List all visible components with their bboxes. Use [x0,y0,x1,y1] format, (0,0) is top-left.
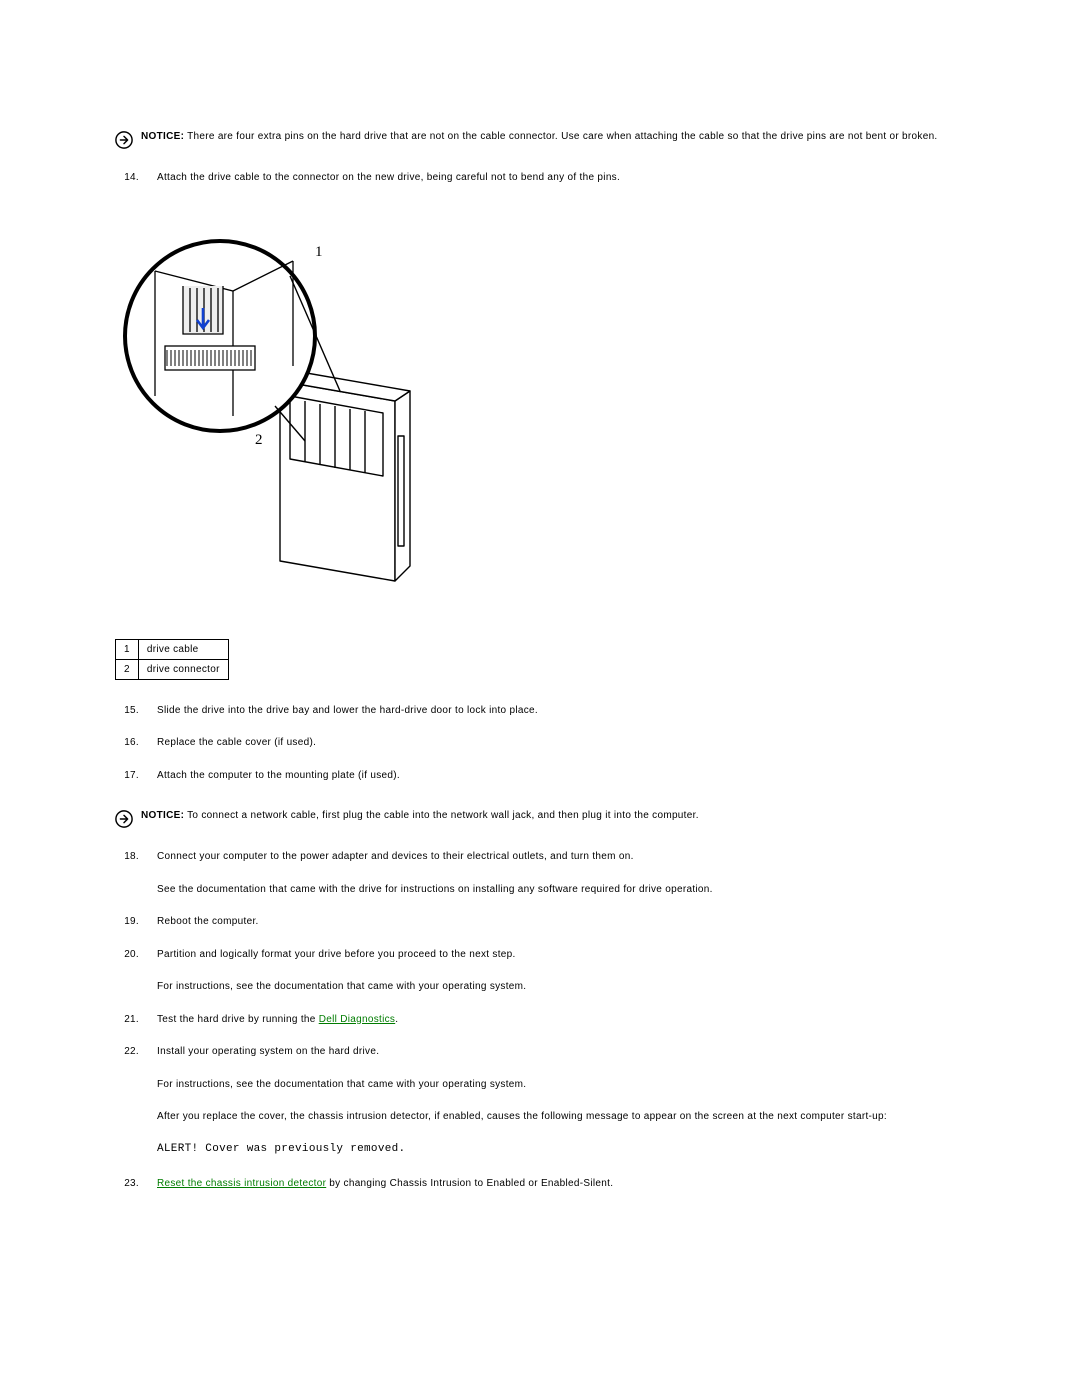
step-23: 23. Reset the chassis intrusion detector… [115,1177,965,1192]
step-text: Reset the chassis intrusion detector by … [157,1177,965,1192]
notice-text: NOTICE: To connect a network cable, firs… [141,809,965,824]
document-page: NOTICE: There are four extra pins on the… [0,0,1080,1289]
notice-label: NOTICE: [141,131,184,142]
step-text: Test the hard drive by running the Dell … [157,1013,965,1028]
step-number: 22. [115,1045,139,1060]
notice-pins: NOTICE: There are four extra pins on the… [115,130,965,149]
step-number: 21. [115,1013,139,1028]
step-text: Replace the cable cover (if used). [157,736,965,751]
step-number: 19. [115,915,139,930]
step-18-sub: See the documentation that came with the… [157,883,965,898]
step-15: 15. Slide the drive into the drive bay a… [115,704,965,719]
step-text: Connect your computer to the power adapt… [157,850,965,865]
notice-body-text: There are four extra pins on the hard dr… [184,131,937,142]
step-17: 17. Attach the computer to the mounting … [115,769,965,784]
step-19: 19. Reboot the computer. [115,915,965,930]
step-number: 20. [115,948,139,963]
callout-table: 1 drive cable 2 drive connector [115,639,229,680]
step-21: 21. Test the hard drive by running the D… [115,1013,965,1028]
step-text: Install your operating system on the har… [157,1045,965,1060]
drive-cable-figure: 1 2 [115,216,965,599]
step-number: 16. [115,736,139,751]
step-22-sub2: After you replace the cover, the chassis… [157,1110,965,1125]
dell-diagnostics-link[interactable]: Dell Diagnostics [319,1014,396,1025]
step-23-post: by changing Chassis Intrusion to Enabled… [326,1178,613,1189]
notice-icon [115,131,133,149]
table-row: 1 drive cable [116,639,229,659]
notice-label: NOTICE: [141,810,184,821]
notice-text: NOTICE: There are four extra pins on the… [141,130,965,145]
step-21-post: . [395,1014,398,1025]
callout-num: 1 [116,639,139,659]
step-20: 20. Partition and logically format your … [115,948,965,963]
step-16: 16. Replace the cable cover (if used). [115,736,965,751]
step-18: 18. Connect your computer to the power a… [115,850,965,865]
step-text: Slide the drive into the drive bay and l… [157,704,965,719]
notice-icon [115,810,133,828]
step-text: Attach the drive cable to the connector … [157,171,965,186]
callout-label: drive cable [138,639,228,659]
step-22-sub: For instructions, see the documentation … [157,1078,965,1093]
step-number: 15. [115,704,139,719]
callout-2-label: 2 [255,432,263,448]
table-row: 2 drive connector [116,659,229,679]
reset-chassis-link[interactable]: Reset the chassis intrusion detector [157,1178,326,1189]
step-21-pre: Test the hard drive by running the [157,1014,319,1025]
step-number: 14. [115,171,139,186]
step-text: Partition and logically format your driv… [157,948,965,963]
step-number: 18. [115,850,139,865]
step-14: 14. Attach the drive cable to the connec… [115,171,965,186]
step-22: 22. Install your operating system on the… [115,1045,965,1060]
notice-network: NOTICE: To connect a network cable, firs… [115,809,965,828]
step-text: Reboot the computer. [157,915,965,930]
notice-body-text: To connect a network cable, first plug t… [184,810,699,821]
callout-label: drive connector [138,659,228,679]
step-text: Attach the computer to the mounting plat… [157,769,965,784]
step-number: 17. [115,769,139,784]
callout-num: 2 [116,659,139,679]
alert-message: ALERT! Cover was previously removed. [157,1143,965,1155]
callout-1-label: 1 [315,244,323,260]
step-20-sub: For instructions, see the documentation … [157,980,965,995]
step-number: 23. [115,1177,139,1192]
